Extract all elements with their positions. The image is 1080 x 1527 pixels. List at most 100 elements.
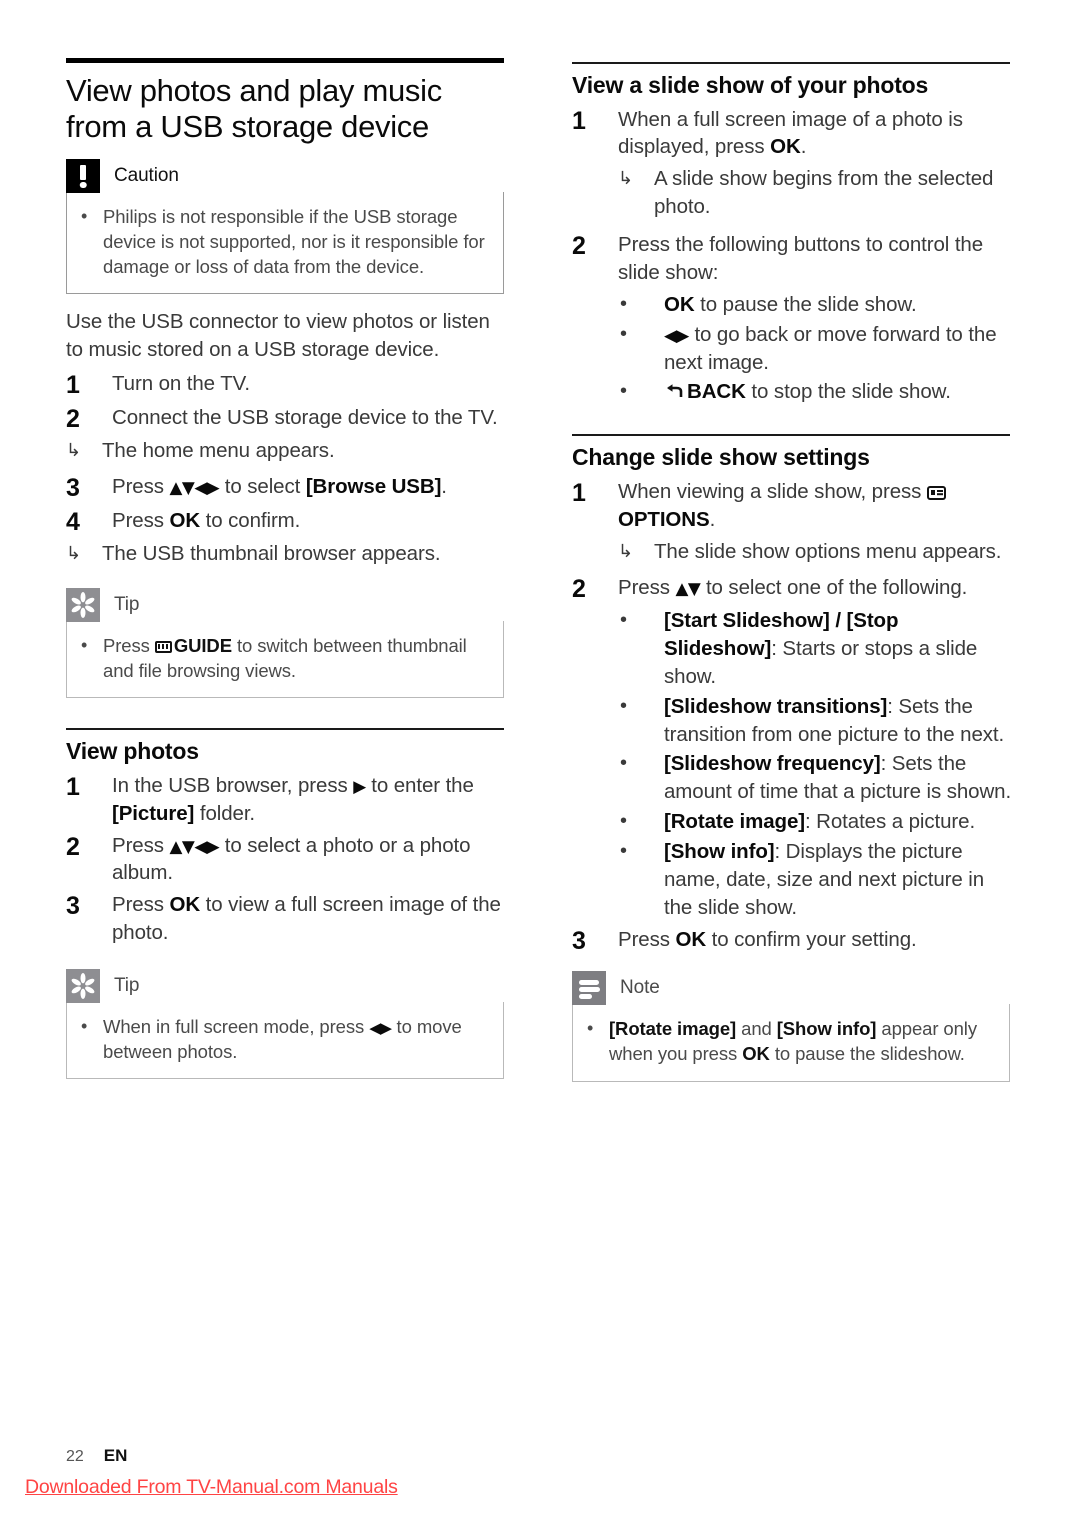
note-body: • [Rotate image] and [Show info] appear …	[572, 1004, 1010, 1082]
note-icon	[572, 971, 606, 1006]
note-text-3: to pause the slideshow.	[769, 1043, 965, 1065]
caution-icon	[66, 158, 100, 193]
bullet-dot: •	[620, 752, 628, 775]
bullet-dot: •	[620, 322, 628, 345]
step-number: 3	[572, 926, 586, 955]
note-callout: Note • [Rotate image] and [Show info] ap…	[572, 971, 1010, 1082]
step-text-post: .	[441, 475, 447, 498]
guide-button-icon	[154, 640, 172, 653]
step-text-pre: Press	[618, 575, 676, 599]
result-arrow-icon: ↳	[618, 168, 634, 189]
tip-icon	[66, 969, 100, 1004]
step-4: 4 Press OK to confirm.	[66, 507, 506, 537]
tip-text-pre: When in full screen mode, press	[103, 1016, 370, 1038]
step-text-post: folder.	[194, 801, 256, 825]
step-text-post: to confirm your setting.	[706, 927, 917, 951]
slideshow-step-1-result: ↳ A slide show begins from the selected …	[618, 165, 1012, 221]
back-button-label: BACK	[687, 380, 746, 404]
caution-header: Caution	[66, 158, 504, 193]
section-heading-settings: Change slide show settings	[572, 444, 870, 471]
note-text-1: and	[736, 1018, 777, 1040]
step-2: 2 Connect the USB storage device to the …	[66, 404, 506, 434]
step-number: 2	[572, 574, 586, 603]
intro-paragraph: Use the USB connector to view photos or …	[66, 310, 490, 362]
settings-step-3: 3 Press OK to confirm your setting.	[572, 926, 1012, 956]
view-photos-step-1: 1 In the USB browser, press ▶ to enter t…	[66, 772, 506, 828]
back-button-icon	[664, 380, 684, 408]
result-text: The USB thumbnail browser appears.	[102, 542, 441, 565]
navigation-arrows-icon: ▲▼◀▶	[169, 477, 220, 497]
page-footer: 22 EN	[66, 1446, 127, 1466]
result-arrow-icon: ↳	[66, 543, 82, 563]
bullet-dot: •	[587, 1018, 594, 1039]
navigation-arrows-icon: ▲▼◀▶	[169, 835, 220, 856]
left-right-arrows-icon: ◀▶	[369, 1019, 392, 1038]
bullet-dot: •	[620, 609, 628, 632]
step-text-pre: Press	[112, 508, 170, 532]
step-number: 2	[572, 232, 586, 261]
caution-title: Caution	[114, 164, 179, 186]
page-title: View photos and play music from a USB st…	[66, 73, 442, 144]
section-rule	[66, 728, 504, 731]
bullet-dot: •	[620, 840, 628, 863]
options-button-icon	[926, 485, 946, 500]
note-bold-1: [Rotate image]	[609, 1018, 737, 1040]
step-text-pre: When viewing a slide show, press	[618, 479, 927, 503]
step-text: Connect the USB storage device to the TV…	[112, 405, 498, 429]
control-text: to go back or move forward to the next i…	[664, 322, 997, 374]
caution-text: Philips is not responsible if the USB st…	[103, 205, 485, 278]
step-text-pre: Press	[112, 893, 170, 917]
step-text-post: to confirm.	[200, 508, 301, 532]
ok-button-label: OK	[770, 135, 801, 159]
chapter-rule	[66, 58, 504, 63]
option-label: [Show info]	[664, 840, 775, 864]
bullet-dot: •	[81, 634, 88, 655]
caution-body: • Philips is not responsible if the USB …	[66, 191, 504, 295]
result-text: The home menu appears.	[102, 439, 335, 463]
tip-callout-2: Tip • When in full screen mode, press ◀▶…	[66, 969, 504, 1080]
slideshow-control-arrows: • ◀▶ to go back or move forward to the n…	[618, 321, 1012, 377]
guide-button-label: GUIDE	[173, 634, 232, 656]
result-arrow-icon: ↳	[618, 540, 634, 561]
step-text-bold: [Browse USB]	[305, 475, 442, 498]
view-photos-step-3: 3 Press OK to view a full screen image o…	[66, 891, 506, 947]
control-text: to pause the slide show.	[694, 292, 917, 316]
slideshow-step-1: 1 When a full screen image of a photo is…	[572, 106, 1012, 162]
result-text: A slide show begins from the selected ph…	[654, 167, 994, 219]
bullet-dot: •	[620, 292, 628, 315]
bullet-dot: •	[620, 380, 628, 403]
settings-option-transitions: • [Slideshow transitions]: Sets the tran…	[618, 693, 1012, 749]
slideshow-control-back: • BACK to stop the slide show.	[618, 378, 1012, 408]
caution-callout: Caution • Philips is not responsible if …	[66, 158, 504, 295]
step-text-post: .	[709, 507, 716, 531]
left-right-arrows-icon: ◀▶	[664, 324, 689, 345]
step-text-mid: to enter the	[365, 773, 474, 797]
options-button-label: OPTIONS	[618, 507, 710, 531]
step-number: 3	[66, 474, 80, 502]
section-rule	[572, 434, 1010, 437]
step-number: 1	[572, 478, 586, 507]
tip-callout-1: Tip • Press GUIDE to switch between thum…	[66, 587, 504, 699]
ok-button-label: OK	[675, 927, 707, 951]
step-1: 1 Turn on the TV.	[66, 370, 506, 400]
option-desc: : Rotates a picture.	[804, 810, 976, 834]
result-text: The slide show options menu appears.	[654, 539, 1002, 563]
tip-title: Tip	[114, 593, 140, 615]
tip-title: Tip	[114, 975, 140, 997]
step-number: 4	[66, 507, 80, 536]
step-text-pre: Press	[618, 927, 676, 951]
bullet-dot: •	[81, 205, 88, 226]
note-title: Note	[620, 977, 660, 999]
bullet-dot: •	[81, 1016, 88, 1037]
step-number: 2	[66, 832, 80, 861]
option-label: [Slideshow frequency]	[664, 752, 881, 776]
slideshow-step-2: 2 Press the following buttons to control…	[572, 231, 1012, 287]
step-text-post: to select one of the following.	[700, 575, 968, 599]
step-text-post: .	[800, 135, 807, 159]
tip-body: • When in full screen mode, press ◀▶ to …	[66, 1002, 504, 1080]
slideshow-control-ok: • OK to pause the slide show.	[618, 291, 1012, 319]
settings-option-show-info: • [Show info]: Displays the picture name…	[618, 838, 1012, 922]
bullet-dot: •	[620, 810, 628, 833]
step-3: 3 Press ▲▼◀▶ to select [Browse USB].	[66, 473, 506, 503]
control-text: to stop the slide show.	[745, 380, 951, 404]
